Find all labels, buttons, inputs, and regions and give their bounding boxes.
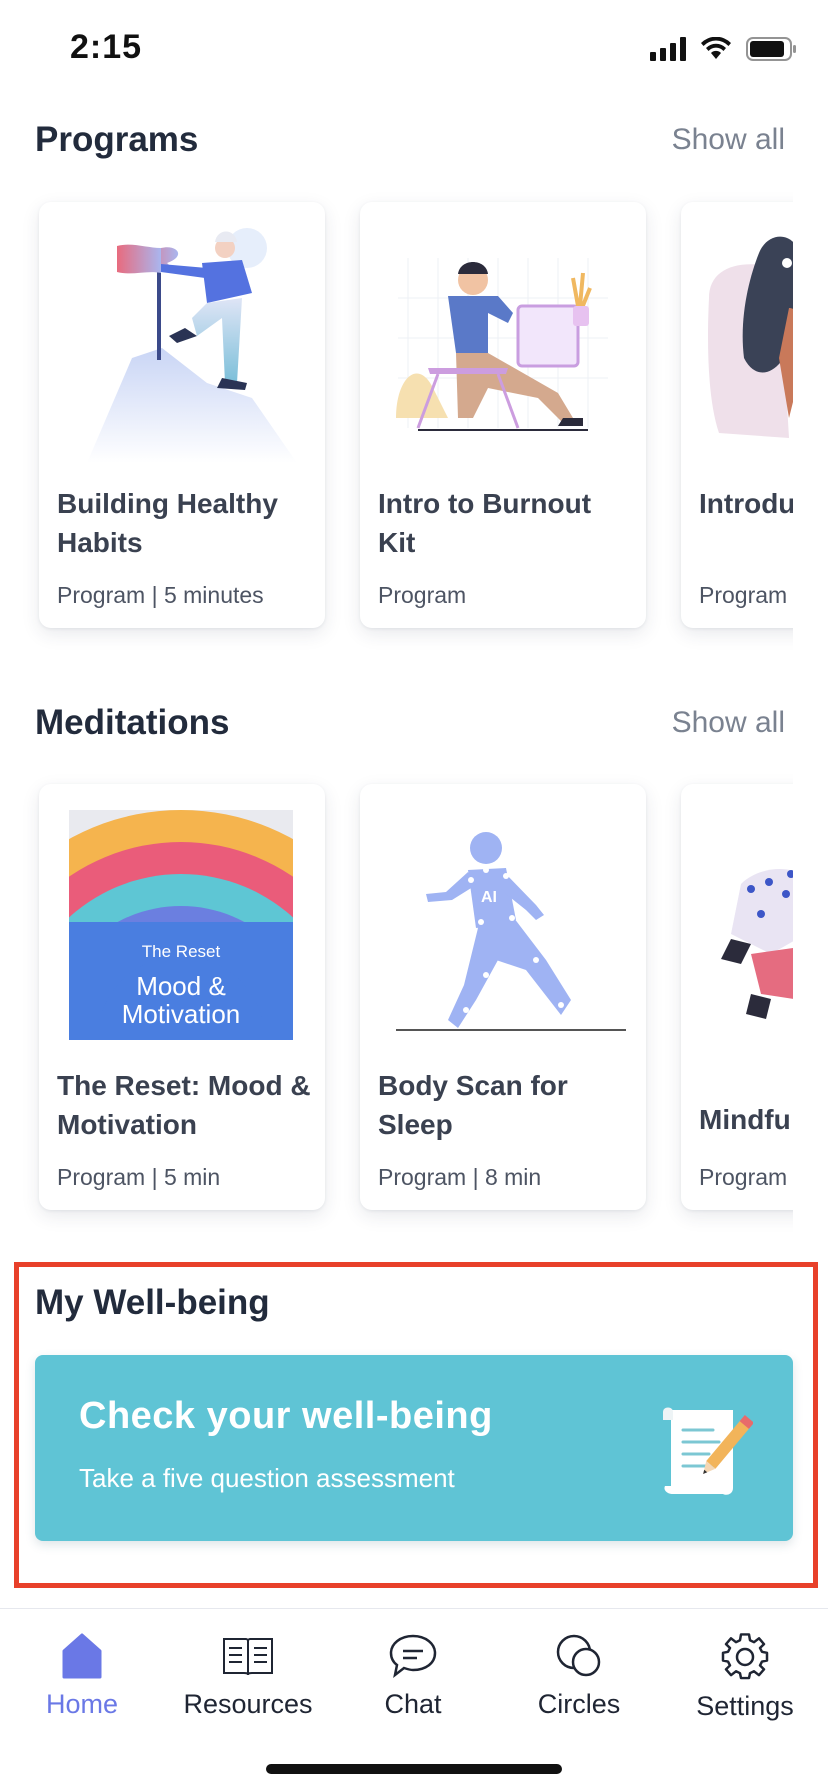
program-card-subtitle: Program | 5 minutes [57,582,264,608]
programs-title: Programs [35,120,199,159]
tab-resources[interactable]: Resources [173,1633,323,1720]
body-scan-ai-label: AI [481,889,497,906]
meditation-art-small-text: The Reset [141,942,221,961]
tab-circles[interactable]: Circles [504,1633,654,1720]
meditation-art-big-text: Mood & Motivation [121,971,241,1029]
status-time: 2:15 [70,28,143,66]
meditation-card-image: The Reset Mood & Motivation [69,810,293,1040]
meditation-card-image [721,869,793,1019]
meditations-header: Meditations Show all [35,703,785,743]
program-card-image [396,258,608,431]
meditation-card-image: AI [396,832,626,1031]
programs-carousel[interactable]: Building Healthy Habits Program | 5 minu… [0,190,793,660]
status-icons [650,36,798,62]
check-wellbeing-card[interactable]: Check your well-being Take a five questi… [35,1355,793,1541]
meditations-title: Meditations [35,703,230,742]
program-card-subtitle: Program [699,582,788,608]
wifi-icon [701,37,731,59]
tab-chat[interactable]: Chat [338,1633,488,1720]
program-card-title: Introdu Coping [699,488,793,519]
assessment-title: Check your well-being [79,1395,493,1437]
meditations-show-all-link[interactable]: Show all [672,706,785,740]
meditation-card-subtitle: Program [699,1164,788,1190]
scroll-pen-icon [663,1407,753,1495]
status-bar: 2:15 [0,0,828,100]
programs-header: Programs Show all [35,120,785,160]
meditation-card-title: Body Scan for Sleep [378,1070,568,1140]
meditation-card-title: Mindfu [699,1104,791,1135]
meditation-card[interactable]: Mindfu Program [681,784,793,1210]
meditations-carousel[interactable]: The Reset Mood & Motivation The Reset: M… [0,772,793,1242]
book-icon [223,1638,273,1676]
program-card-title: Building Healthy Habits [57,488,278,558]
chat-bubble-icon [389,1634,437,1679]
tab-home[interactable]: Home [7,1633,157,1720]
program-card-subtitle: Program [378,582,467,608]
program-card[interactable]: Introdu Coping Program [681,202,793,628]
meditation-card[interactable]: AI Body Scan for Sleep Program | 8 min [360,784,646,1210]
tab-home-label: Home [45,1689,119,1719]
gear-icon [721,1633,769,1680]
program-card-image [87,228,297,463]
meditation-card[interactable]: The Reset Mood & Motivation The Reset: M… [39,784,325,1210]
program-card-image [708,236,793,438]
tab-settings[interactable]: Settings [670,1633,820,1722]
programs-show-all-link[interactable]: Show all [672,123,785,157]
tab-chat-label: Chat [384,1689,442,1719]
meditation-card-subtitle: Program | 8 min [378,1164,542,1190]
cellular-signal-icon [650,37,686,61]
tab-resources-label: Resources [183,1689,313,1719]
battery-icon [746,37,796,61]
program-card[interactable]: Intro to Burnout Kit Program [360,202,646,628]
home-indicator[interactable] [266,1764,562,1774]
tab-circles-label: Circles [537,1689,621,1719]
circles-icon [556,1634,601,1677]
program-card[interactable]: Building Healthy Habits Program | 5 minu… [39,202,325,628]
home-icon [62,1633,102,1679]
tab-settings-label: Settings [696,1691,794,1721]
assessment-subtitle: Take a five question assessment [79,1463,455,1493]
wellbeing-title: My Well-being [35,1283,270,1322]
meditation-card-subtitle: Program | 5 min [57,1164,221,1190]
program-card-title: Intro to Burnout Kit [378,488,592,558]
meditation-card-title: The Reset: Mood & Motivation [57,1070,311,1140]
